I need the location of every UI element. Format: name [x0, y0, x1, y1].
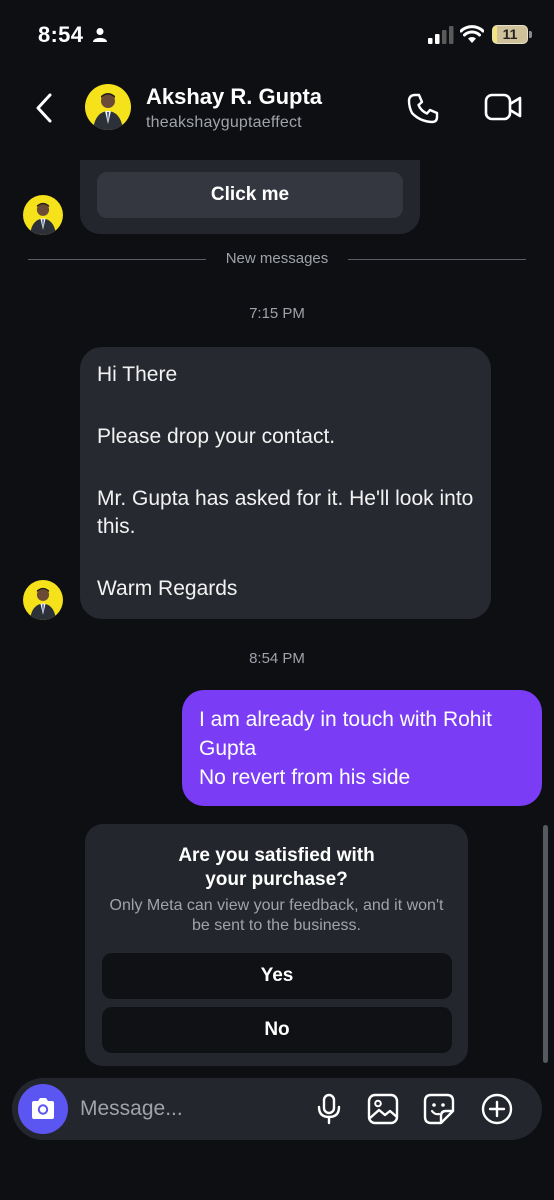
battery-icon: 11 — [492, 25, 528, 44]
avatar[interactable] — [23, 195, 63, 235]
person-icon — [93, 27, 107, 48]
new-messages-divider: New messages — [28, 248, 526, 270]
feedback-card: Are you satisfied with your purchase? On… — [85, 824, 468, 1066]
sticker-button[interactable] — [422, 1092, 456, 1126]
no-button[interactable]: No — [102, 1007, 452, 1053]
divider-line — [348, 259, 526, 260]
outgoing-message[interactable]: I am already in touch with Rohit Gupta N… — [182, 690, 542, 806]
yes-button[interactable]: Yes — [102, 953, 452, 999]
timestamp: 7:15 PM — [249, 305, 305, 322]
contact-handle[interactable]: theakshayguptaeffect — [146, 114, 302, 132]
feedback-subtitle: Only Meta can view your feedback, and it… — [109, 897, 444, 934]
message-line: Warm Regards — [97, 577, 238, 600]
add-button[interactable] — [480, 1092, 514, 1126]
message-input[interactable] — [80, 1094, 300, 1124]
video-icon — [484, 93, 522, 121]
signal-icon — [428, 26, 454, 49]
gallery-button[interactable] — [366, 1092, 400, 1126]
battery-nub — [529, 31, 532, 38]
status-bar: 8:54 11 — [0, 0, 554, 70]
feedback-title: Are you satisfied with your purchase? — [178, 845, 375, 890]
gallery-icon — [367, 1093, 399, 1125]
message-line: I am already in touch with Rohit Gupta — [199, 708, 492, 760]
microphone-icon — [317, 1093, 341, 1125]
message-card: Click me — [80, 160, 420, 234]
camera-icon — [32, 1098, 54, 1119]
sticker-icon — [423, 1093, 455, 1125]
video-call-button[interactable] — [484, 92, 522, 122]
back-button[interactable] — [30, 90, 60, 126]
battery-text: 11 — [502, 26, 518, 42]
message-composer — [12, 1078, 542, 1140]
avatar[interactable] — [23, 580, 63, 620]
click-me-button[interactable]: Click me — [97, 172, 403, 218]
contact-name[interactable]: Akshay R. Gupta — [146, 84, 322, 110]
scrollbar[interactable] — [543, 825, 548, 1063]
timestamp: 8:54 PM — [249, 650, 305, 667]
message-line: Mr. Gupta has asked for it. He'll look i… — [97, 487, 474, 538]
message-line: Please drop your contact. — [97, 425, 336, 448]
incoming-message[interactable]: Hi There Please drop your contact. Mr. G… — [80, 347, 491, 619]
call-button[interactable] — [406, 92, 440, 126]
chat-header: Akshay R. Gupta theakshayguptaeffect — [0, 70, 554, 160]
camera-button[interactable] — [18, 1084, 68, 1134]
status-time: 8:54 — [38, 22, 84, 47]
wifi-icon — [459, 24, 485, 49]
plus-icon — [481, 1093, 513, 1125]
phone-icon — [407, 93, 439, 124]
message-line: No revert from his side — [199, 766, 411, 789]
avatar[interactable] — [85, 84, 131, 130]
message-line: Hi There — [97, 363, 178, 386]
microphone-button[interactable] — [312, 1092, 346, 1126]
back-icon — [36, 93, 52, 123]
